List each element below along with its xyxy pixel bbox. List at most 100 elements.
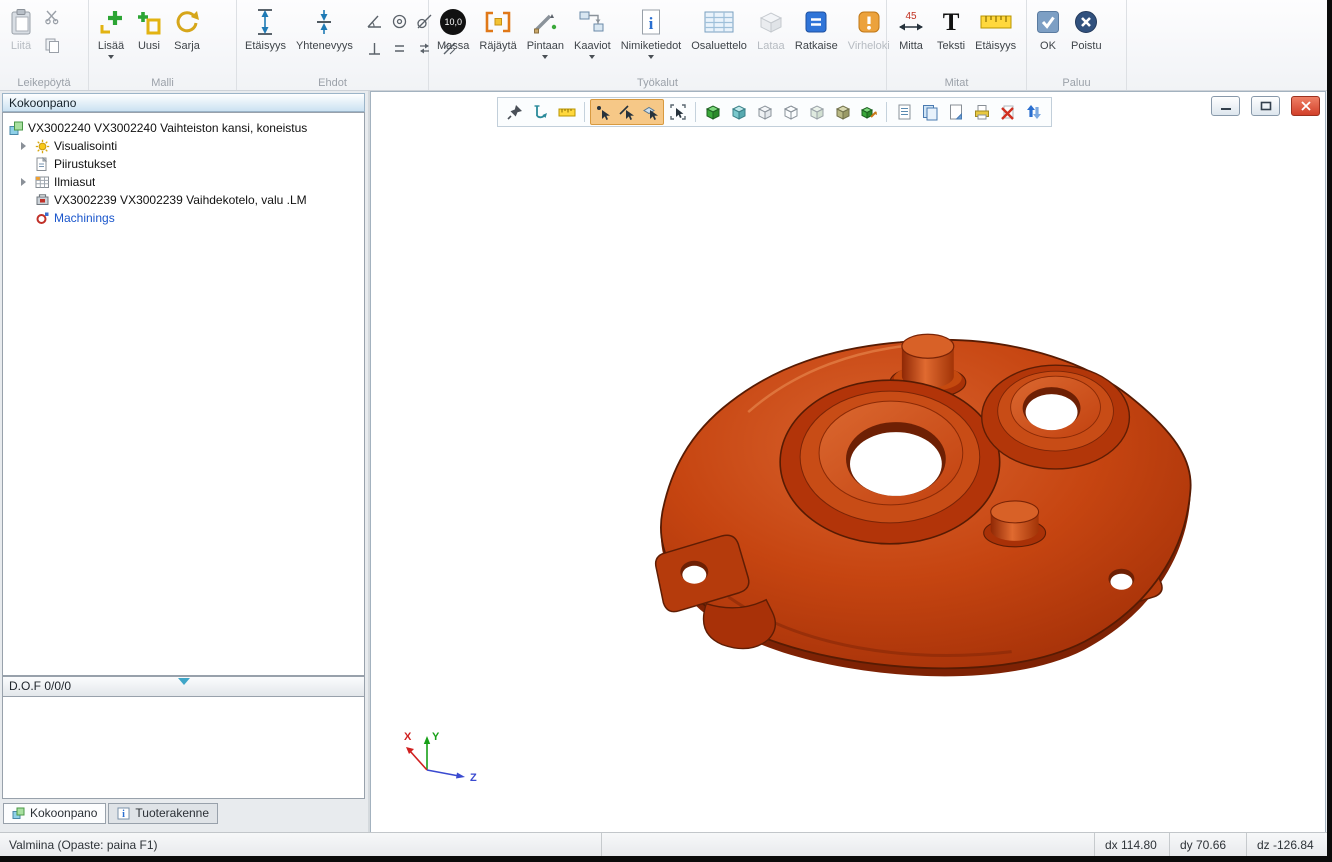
to-surface-button[interactable]: Pintaan bbox=[524, 5, 567, 63]
chevron-down-icon bbox=[108, 55, 114, 62]
ribbon: Liitä Leikepöytä Lisää bbox=[0, 0, 1327, 91]
minimize-button[interactable] bbox=[1211, 96, 1240, 116]
section-cube-icon[interactable] bbox=[831, 100, 855, 124]
error-log-button[interactable]: Virheloki bbox=[845, 5, 893, 53]
panel-header: Kokoonpano bbox=[2, 93, 365, 112]
mass-label: Massa bbox=[437, 40, 469, 52]
tree-item-part[interactable]: VX3002239 VX3002239 Vaihdekotelo, valu .… bbox=[3, 191, 364, 209]
chevron-down-icon bbox=[648, 55, 654, 62]
collapse-handle-icon[interactable] bbox=[178, 678, 190, 685]
copy-button[interactable] bbox=[41, 35, 63, 55]
exit-label: Poistu bbox=[1071, 40, 1102, 52]
hidden-lines-cube-icon[interactable] bbox=[753, 100, 777, 124]
tree-item-label: VX3002239 VX3002239 Vaihdekotelo, valu .… bbox=[54, 193, 307, 207]
load-button[interactable]: Lataa bbox=[754, 5, 788, 53]
mass-button[interactable]: 10,0 Massa bbox=[434, 5, 472, 53]
transparent-cube-icon[interactable] bbox=[805, 100, 829, 124]
distance-constraint-button[interactable]: Etäisyys bbox=[242, 5, 289, 53]
tab-kokoonpano[interactable]: Kokoonpano bbox=[3, 803, 106, 824]
model-viewport[interactable]: X Y Z bbox=[370, 91, 1326, 833]
add-button[interactable]: Lisää bbox=[94, 5, 128, 63]
assembly-panel: Kokoonpano VX3002240 VX3002240 Vaihteist… bbox=[0, 91, 368, 833]
text-icon: T bbox=[943, 10, 960, 35]
status-dy: dy 70.66 bbox=[1170, 833, 1246, 856]
expand-arrow-icon[interactable] bbox=[21, 178, 30, 186]
drawing-sheets-icon[interactable] bbox=[918, 100, 942, 124]
solve-button[interactable]: Ratkaise bbox=[792, 5, 841, 53]
application-window: Liitä Leikepöytä Lisää bbox=[0, 0, 1327, 856]
close-button[interactable] bbox=[1291, 96, 1320, 116]
table-icon bbox=[703, 6, 735, 38]
tree-item-root[interactable]: VX3002240 VX3002240 Vaihteiston kansi, k… bbox=[3, 119, 364, 137]
text-button[interactable]: T Teksti bbox=[934, 5, 968, 53]
pin-icon[interactable] bbox=[503, 100, 527, 124]
snap-face-icon[interactable] bbox=[639, 100, 663, 124]
window-controls bbox=[1211, 96, 1320, 116]
ribbon-group-return: OK Poistu Paluu bbox=[1027, 0, 1127, 90]
shaded-cube-icon[interactable] bbox=[701, 100, 725, 124]
exit-button[interactable]: Poistu bbox=[1068, 5, 1105, 53]
tree-item-label: VX3002240 VX3002240 Vaihteiston kansi, k… bbox=[28, 121, 307, 135]
series-button[interactable]: Sarja bbox=[170, 5, 204, 53]
cut-button[interactable] bbox=[41, 7, 63, 27]
series-label: Sarja bbox=[174, 40, 200, 52]
update-swap-icon[interactable] bbox=[1022, 100, 1046, 124]
ok-button[interactable]: OK bbox=[1032, 5, 1064, 53]
snap-point-icon[interactable] bbox=[591, 100, 615, 124]
plot-icon[interactable] bbox=[970, 100, 994, 124]
drawing-icon bbox=[35, 157, 50, 172]
dimension-45-icon: 45 bbox=[895, 6, 927, 38]
assembly-tree: VX3002240 VX3002240 Vaihteiston kansi, k… bbox=[2, 112, 365, 676]
diagrams-button[interactable]: Kaaviot bbox=[571, 5, 614, 63]
axis-y-label: Y bbox=[432, 731, 440, 743]
group-label-return: Paluu bbox=[1027, 77, 1126, 89]
edit-part-icon[interactable] bbox=[857, 100, 881, 124]
snap-edge-icon[interactable] bbox=[615, 100, 639, 124]
dof-value: D.O.F 0/0/0 bbox=[9, 679, 71, 693]
part-icon bbox=[35, 193, 50, 208]
tree-item-label: Machinings bbox=[54, 211, 115, 225]
perpendicular-constraint-icon[interactable] bbox=[364, 38, 386, 58]
gearbox-cover-model[interactable] bbox=[371, 92, 1325, 832]
expand-arrow-icon[interactable] bbox=[21, 142, 30, 150]
parallel-constraint-icon[interactable] bbox=[389, 38, 411, 58]
measure-ruler-icon[interactable] bbox=[555, 100, 579, 124]
angle-constraint-icon[interactable] bbox=[364, 11, 386, 31]
new-sheet-icon[interactable] bbox=[944, 100, 968, 124]
shaded-edges-cube-icon[interactable] bbox=[727, 100, 751, 124]
sun-icon bbox=[35, 139, 50, 154]
tree-item-visualisointi[interactable]: Visualisointi bbox=[3, 137, 364, 155]
delete-icon[interactable] bbox=[996, 100, 1020, 124]
tab-label: Kokoonpano bbox=[30, 806, 97, 820]
info-sheet-icon: i bbox=[639, 6, 663, 38]
ok-label: OK bbox=[1040, 40, 1056, 52]
measure-distance-label: Etäisyys bbox=[975, 40, 1016, 52]
parts-list-button[interactable]: Osaluettelo bbox=[688, 5, 750, 53]
appearance-table-icon bbox=[35, 175, 50, 190]
pick-filter-icon[interactable] bbox=[666, 100, 690, 124]
concentric-constraint-icon[interactable] bbox=[389, 11, 411, 31]
tab-tuoterakenne[interactable]: i Tuoterakenne bbox=[108, 803, 218, 824]
coincidence-constraint-button[interactable]: Yhtenevyys bbox=[293, 5, 356, 53]
to-surface-label: Pintaan bbox=[527, 40, 564, 52]
feature-list-icon[interactable] bbox=[892, 100, 916, 124]
paste-button[interactable]: Liitä bbox=[5, 5, 37, 53]
parts-list-label: Osaluettelo bbox=[691, 40, 747, 52]
rotate-handle-icon[interactable] bbox=[529, 100, 553, 124]
new-button[interactable]: Uusi bbox=[132, 5, 166, 53]
svg-text:i: i bbox=[123, 809, 126, 820]
wireframe-cube-icon[interactable] bbox=[779, 100, 803, 124]
circular-pattern-icon bbox=[173, 6, 201, 38]
explode-button[interactable]: Räjäytä bbox=[476, 5, 519, 53]
maximize-button[interactable] bbox=[1251, 96, 1280, 116]
dimension-button[interactable]: 45 Mitta bbox=[892, 5, 930, 53]
tree-item-ilmiasut[interactable]: Ilmiasut bbox=[3, 173, 364, 191]
item-data-button[interactable]: i Nimiketiedot bbox=[618, 5, 685, 63]
ruler-icon bbox=[979, 6, 1013, 38]
tree-item-piirustukset[interactable]: Piirustukset bbox=[3, 155, 364, 173]
copy-icon bbox=[44, 37, 60, 53]
status-dz: dz -126.84 bbox=[1247, 833, 1327, 856]
tree-item-machinings[interactable]: Machinings bbox=[3, 209, 364, 227]
svg-text:i: i bbox=[649, 14, 654, 33]
measure-distance-button[interactable]: Etäisyys bbox=[972, 5, 1019, 53]
